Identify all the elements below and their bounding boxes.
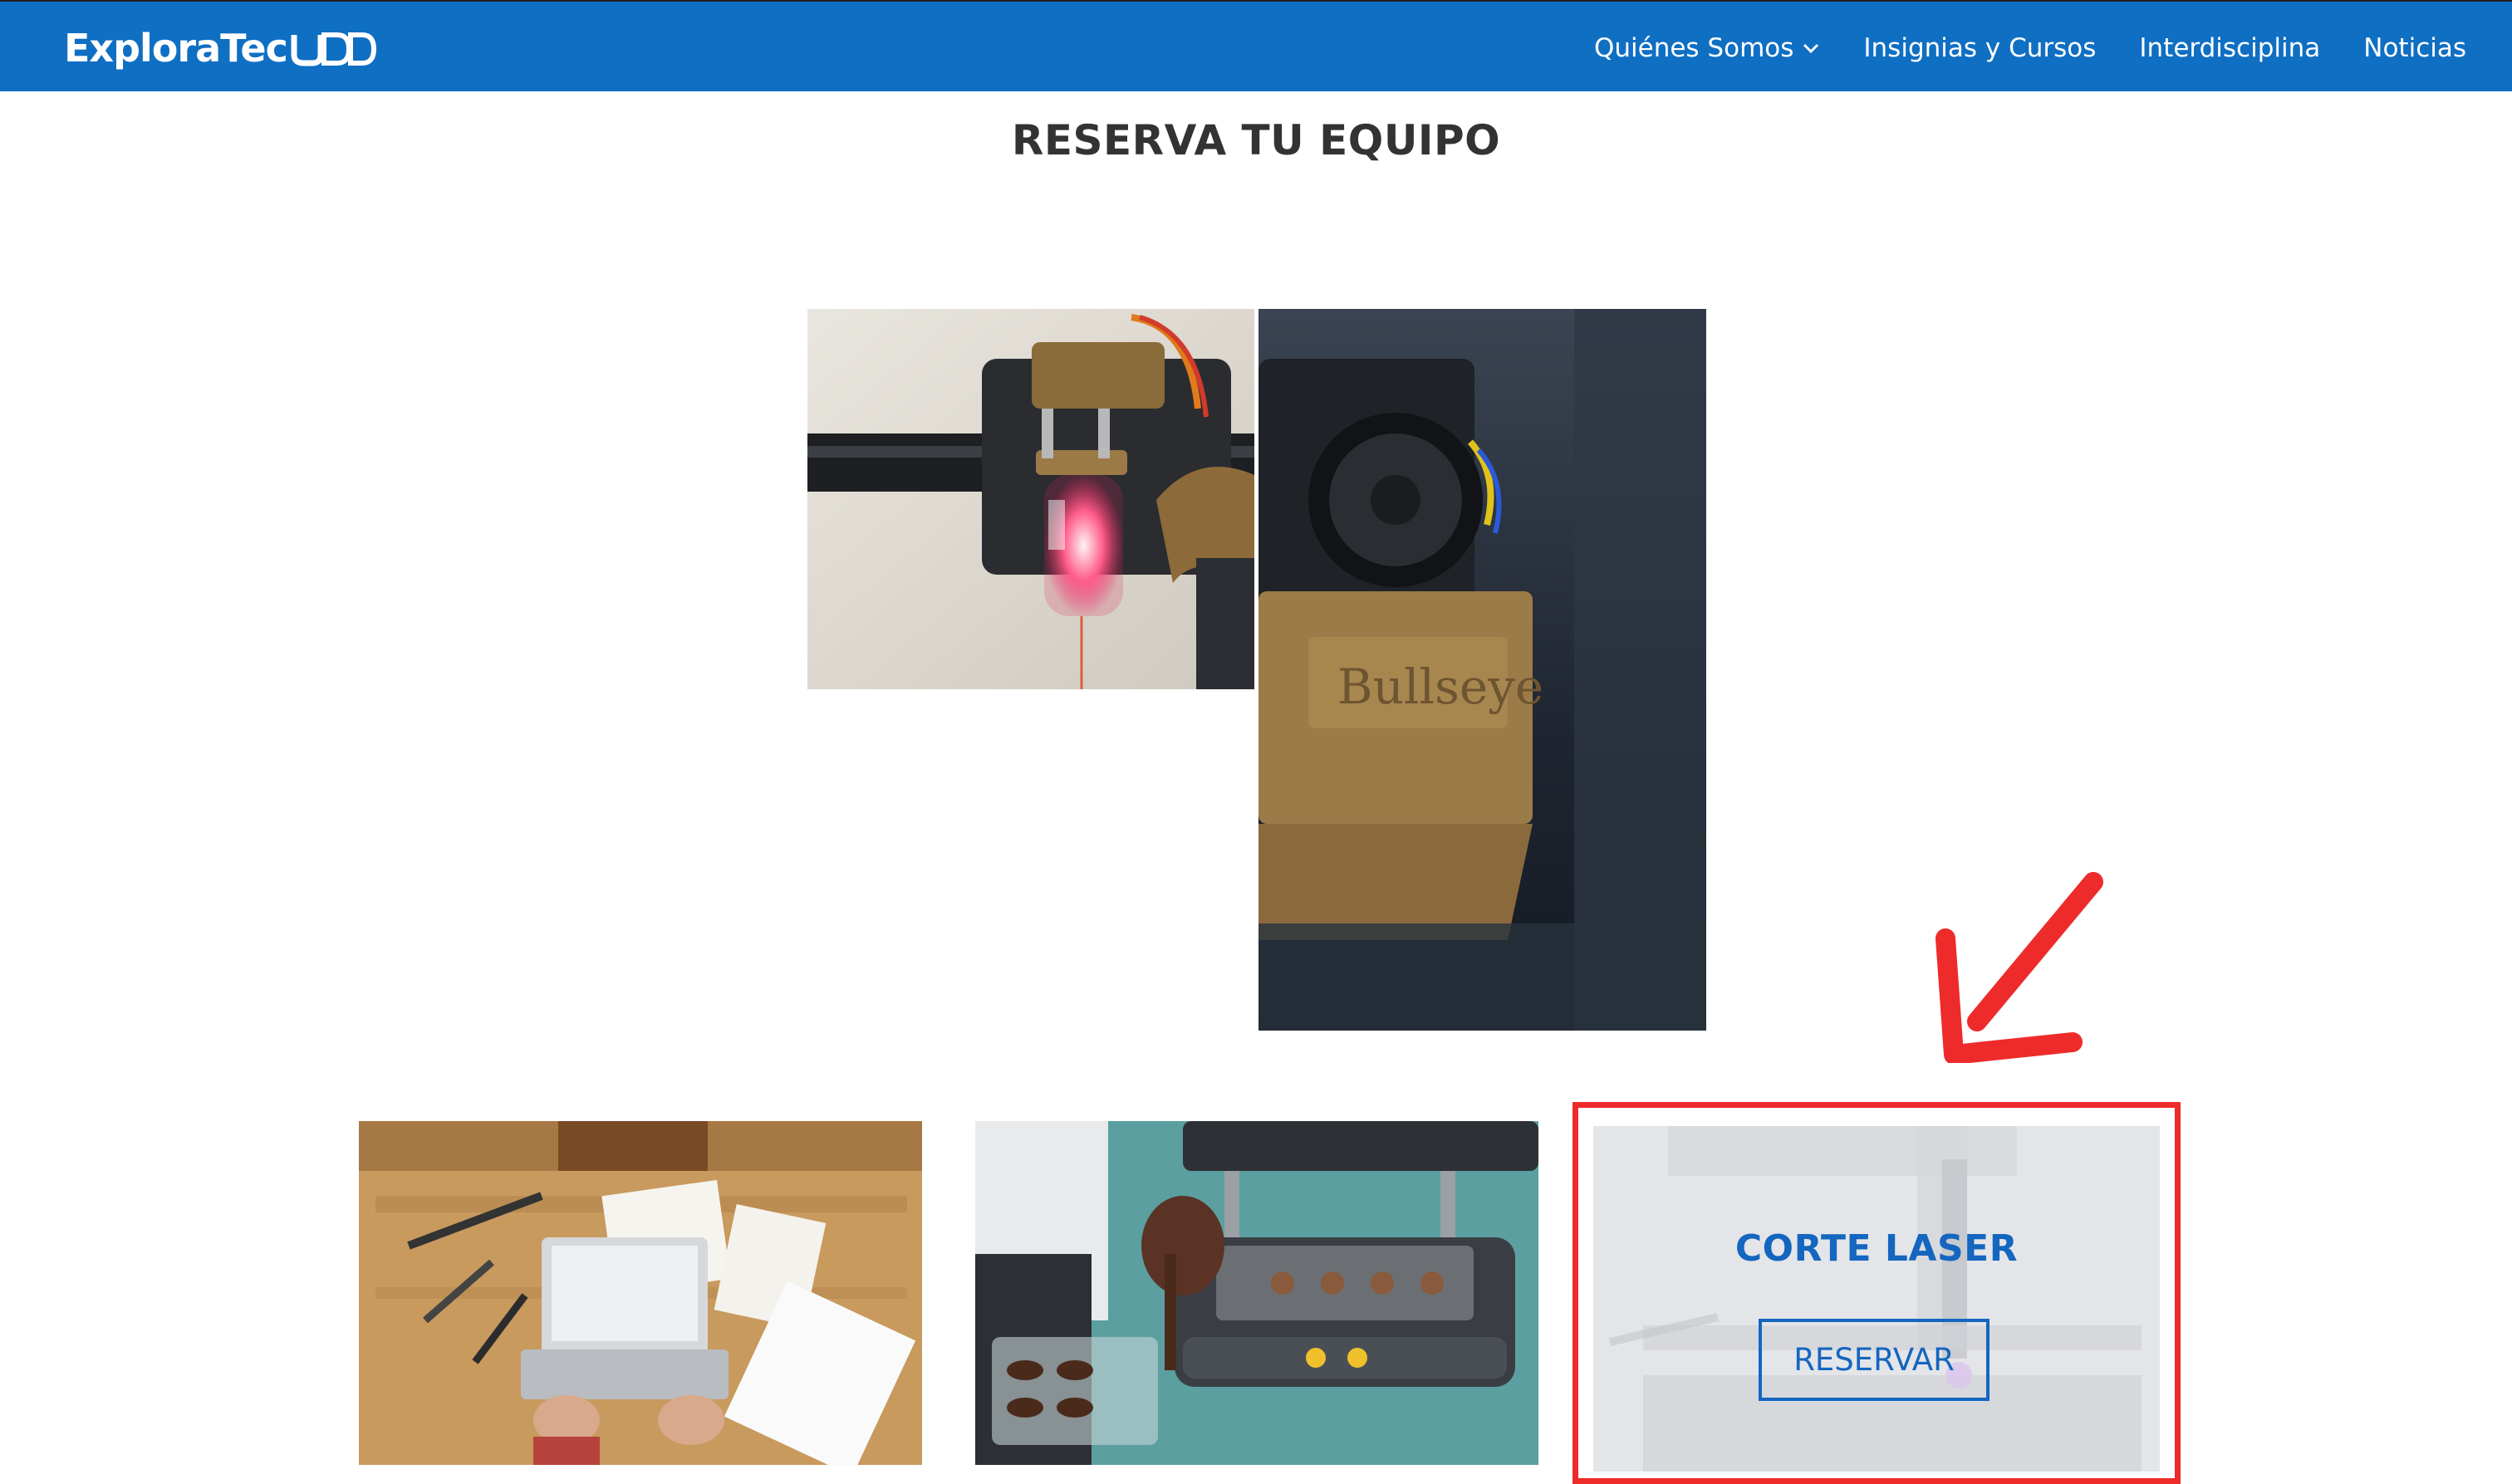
top-navbar: ExploraTec Quiénes Somos Insignias y Cur…: [0, 0, 2512, 91]
nav-item-quienes-somos[interactable]: Quiénes Somos: [1594, 33, 1820, 63]
page-title: RESERVA TU EQUIPO: [1011, 116, 1501, 164]
nav-item-label: Noticias: [2363, 33, 2466, 63]
logo-text: ExploraTec: [64, 26, 288, 71]
bullseye-engraving: Bullseye: [1337, 659, 1543, 715]
corte-laser-card[interactable]: CORTE LASER RESERVAR: [1593, 1126, 2160, 1472]
nav-item-noticias[interactable]: Noticias: [2363, 33, 2466, 63]
nav-item-insignias-cursos[interactable]: Insignias y Cursos: [1863, 33, 2096, 63]
nav-item-interdisciplina[interactable]: Interdisciplina: [2139, 33, 2320, 63]
workshop-laptop-card[interactable]: [359, 1121, 922, 1465]
nav-item-label: Quiénes Somos: [1593, 33, 1794, 63]
chevron-down-icon: [1802, 42, 1820, 54]
vacuum-former-card[interactable]: [975, 1121, 1538, 1465]
main-nav: Quiénes Somos Insignias y Cursos Interdi…: [1594, 27, 2466, 70]
corte-laser-card-highlight: CORTE LASER RESERVAR: [1572, 1102, 2181, 1484]
laser-card-title: CORTE LASER: [1734, 1227, 2019, 1270]
nav-item-label: Insignias y Cursos: [1863, 33, 2097, 63]
reservar-button[interactable]: RESERVAR: [1759, 1319, 1989, 1401]
logo-udd-mark: [291, 30, 377, 66]
site-logo[interactable]: ExploraTec: [64, 25, 377, 71]
printer-fan-image: Bullseye: [1258, 309, 1706, 1031]
arrow-down-left-icon: [1927, 864, 2118, 1065]
nav-item-label: Interdisciplina: [2139, 33, 2321, 63]
laser-cutter-image: [1593, 1126, 2160, 1472]
printer-nozzle-image: [807, 309, 1254, 689]
